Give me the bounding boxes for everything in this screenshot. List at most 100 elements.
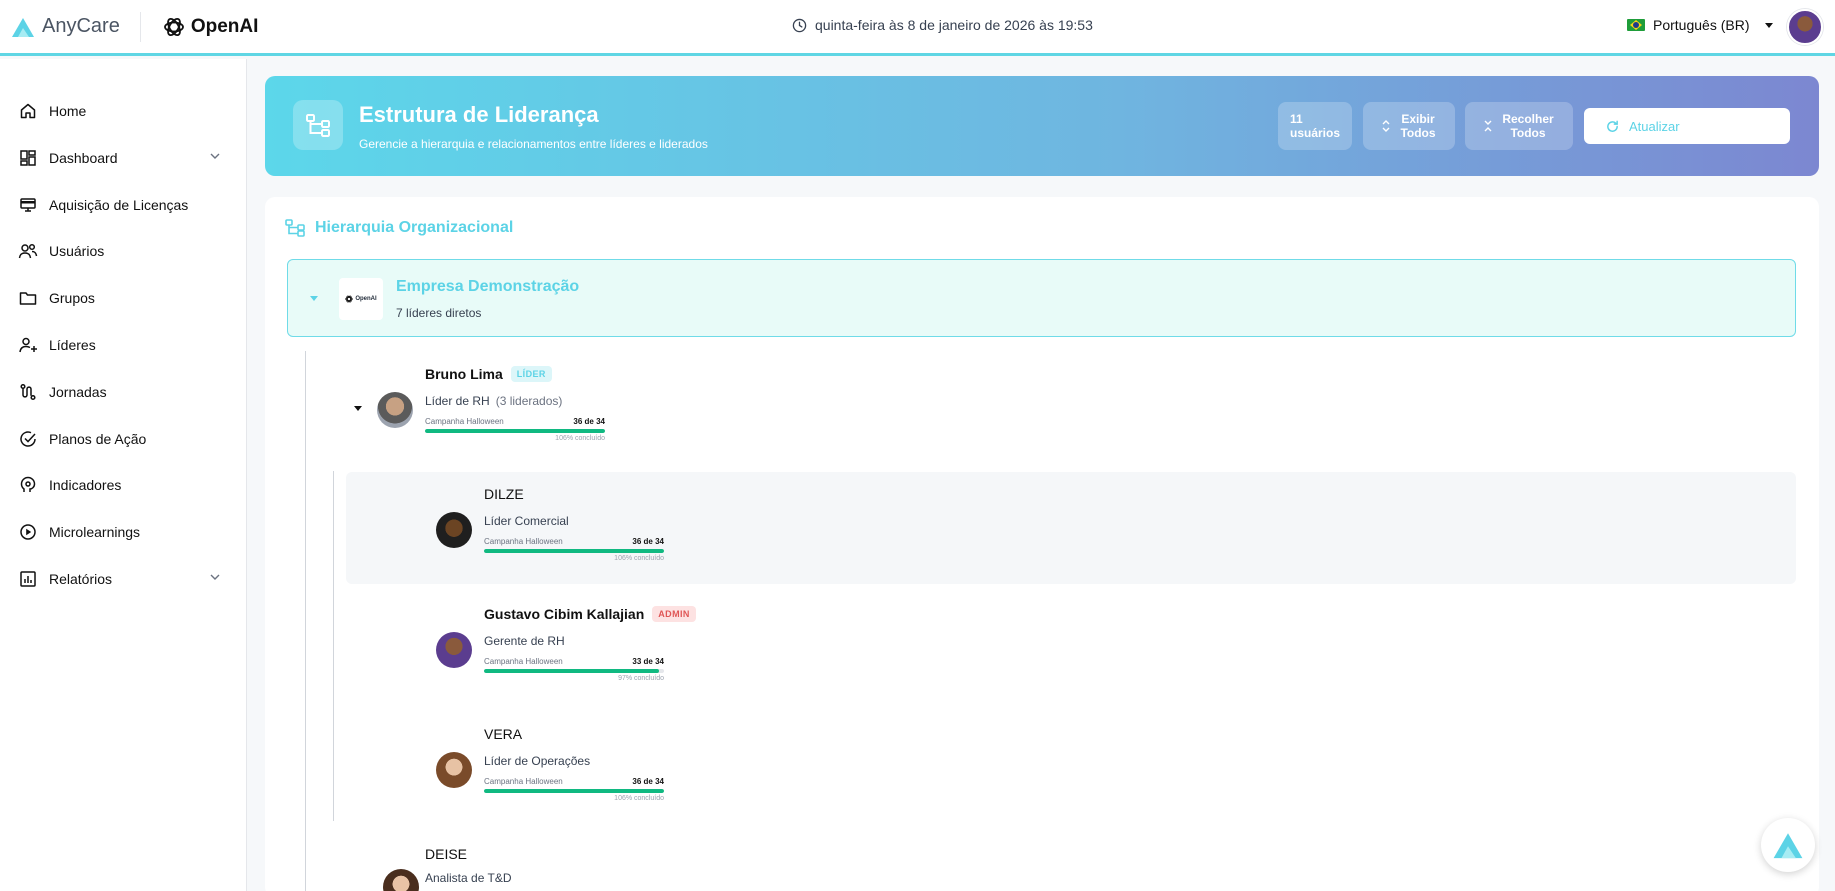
collapse-all-label-1: Recolher	[1502, 112, 1554, 126]
tree-connector	[333, 471, 334, 821]
sidebar-item-label: Dashboard	[49, 150, 118, 166]
tree-row-highlight	[346, 472, 1796, 584]
campaign-progress: Campanha Halloween 36 de 34 106% concluíd…	[425, 417, 605, 442]
anycare-logo-icon	[12, 17, 34, 37]
clock-icon	[792, 18, 807, 32]
hierarchy-title: Hierarquia Organizacional	[285, 219, 513, 237]
leader-icon	[18, 335, 38, 355]
person-name: VERA	[484, 726, 523, 742]
anycare-logo-icon	[1773, 833, 1803, 859]
collapse-caret-icon[interactable]	[354, 406, 362, 411]
expand-all-label-2: Todos	[1400, 126, 1436, 140]
openai-logo-icon	[163, 17, 184, 36]
page-title: Estrutura de Liderança	[359, 102, 599, 127]
expand-all-button[interactable]: Exibir Todos	[1363, 102, 1455, 150]
person-role: Líder Comercial	[484, 514, 569, 528]
sidebar-item-label: Grupos	[49, 290, 95, 306]
sidebar-item-action-plans[interactable]: Planos de Ação	[18, 424, 224, 454]
avatar	[383, 869, 419, 891]
followers-count: (3 liderados)	[495, 394, 563, 408]
collapse-all-button[interactable]: Recolher Todos	[1465, 102, 1573, 150]
check-circle-icon	[18, 429, 38, 449]
sidebar-item-journeys[interactable]: Jornadas	[18, 377, 224, 407]
person-role: Gerente de RH	[484, 634, 565, 648]
sidebar-item-licenses[interactable]: Aquisição de Licenças	[18, 190, 224, 220]
sidebar-item-label: Usuários	[49, 243, 105, 259]
chevron-down-icon	[1765, 22, 1774, 28]
page-subtitle: Gerencie a hierarquia e relacionamentos …	[359, 137, 708, 151]
person-role: Líder de Operações	[484, 754, 591, 768]
sidebar-item-label: Indicadores	[49, 477, 122, 493]
avatar	[436, 752, 472, 788]
report-icon	[18, 569, 38, 589]
refresh-label: Atualizar	[1629, 118, 1680, 134]
person-name: DILZE	[484, 486, 524, 502]
license-icon	[18, 195, 38, 215]
openai-logo-icon	[345, 295, 354, 303]
openai-brand-name: OpenAI	[190, 15, 259, 37]
language-selector[interactable]: Português (BR)	[1627, 17, 1774, 33]
collapse-all-label-2: Todos	[1510, 126, 1546, 140]
top-bar: AnyCare OpenAI quinta-feira às 8 de jane…	[0, 0, 1835, 56]
dashboard-icon	[18, 148, 38, 168]
hierarchy-icon	[285, 219, 305, 237]
collapse-caret-icon[interactable]	[310, 296, 318, 301]
datetime-text: quinta-feira às 8 de janeiro de 2026 às …	[815, 17, 1093, 33]
user-avatar[interactable]	[1787, 9, 1823, 45]
person-role: Líder de RH (3 liderados)	[425, 394, 563, 408]
sidebar-item-leaders[interactable]: Líderes	[18, 330, 224, 360]
sidebar-item-microlearnings[interactable]: Microlearnings	[18, 517, 224, 547]
avatar	[377, 392, 413, 428]
chevron-down-icon	[210, 153, 220, 159]
admin-badge: ADMIN	[652, 606, 696, 622]
tree-connector	[305, 351, 306, 891]
brand-separator	[139, 11, 141, 42]
users-icon	[18, 241, 38, 261]
avatar	[436, 512, 472, 548]
help-chat-button[interactable]	[1761, 818, 1815, 872]
current-datetime: quinta-feira às 8 de janeiro de 2026 às …	[792, 17, 1093, 33]
collapse-icon	[1484, 120, 1492, 132]
leader-badge: LÍDER	[510, 366, 552, 382]
company-logo: OpenAI	[339, 278, 383, 320]
sidebar-item-groups[interactable]: Grupos	[18, 283, 224, 313]
users-count-badge: 11 usuários	[1278, 102, 1352, 150]
anycare-brand-name: AnyCare	[42, 15, 120, 37]
person-name: Gustavo Cibim Kallajian ADMIN	[484, 606, 696, 622]
brazil-flag-icon	[1627, 19, 1645, 31]
anycare-logo[interactable]: AnyCare	[10, 15, 120, 39]
sidebar-item-label: Aquisição de Licenças	[49, 197, 189, 213]
chevron-down-icon	[210, 574, 220, 580]
journey-icon	[18, 382, 38, 402]
indicator-icon	[18, 475, 38, 495]
sidebar-item-users[interactable]: Usuários	[18, 236, 224, 266]
sidebar: Home Dashboard Aquisição de Licenças Usu…	[0, 59, 247, 891]
openai-logo[interactable]: OpenAI	[163, 15, 259, 38]
language-label: Português (BR)	[1653, 17, 1750, 33]
sidebar-item-label: Jornadas	[49, 384, 107, 400]
company-direct-leaders: 7 líderes diretos	[396, 306, 482, 320]
folder-icon	[18, 288, 38, 308]
expand-icon	[1382, 120, 1390, 132]
users-count: 11	[1290, 112, 1303, 126]
org-root-node[interactable]: OpenAI Empresa Demonstração 7 líderes di…	[287, 259, 1796, 337]
sidebar-item-label: Planos de Ação	[49, 431, 147, 447]
sidebar-item-label: Microlearnings	[49, 524, 141, 540]
sidebar-item-reports[interactable]: Relatórios	[18, 564, 224, 594]
campaign-progress: Campanha Halloween 36 de 34 106% concluíd…	[484, 537, 664, 562]
brand: AnyCare OpenAI	[0, 0, 258, 53]
play-circle-icon	[18, 522, 38, 542]
avatar	[436, 632, 472, 668]
sidebar-item-indicators[interactable]: Indicadores	[18, 470, 224, 500]
expand-all-label-1: Exibir	[1401, 112, 1435, 126]
sidebar-item-dashboard[interactable]: Dashboard	[18, 143, 224, 173]
hierarchy-icon	[293, 100, 343, 150]
person-name: Bruno Lima LÍDER	[425, 366, 552, 382]
users-count-label: usuários	[1290, 126, 1341, 140]
refresh-button[interactable]: Atualizar	[1584, 108, 1790, 144]
sidebar-item-home[interactable]: Home	[18, 96, 224, 126]
page-header: Estrutura de Liderança Gerencie a hierar…	[265, 76, 1819, 176]
sidebar-item-label: Home	[49, 103, 87, 119]
hierarchy-card: Hierarquia Organizacional OpenAI Empresa…	[265, 197, 1819, 891]
company-logo-text: OpenAI	[355, 296, 377, 302]
